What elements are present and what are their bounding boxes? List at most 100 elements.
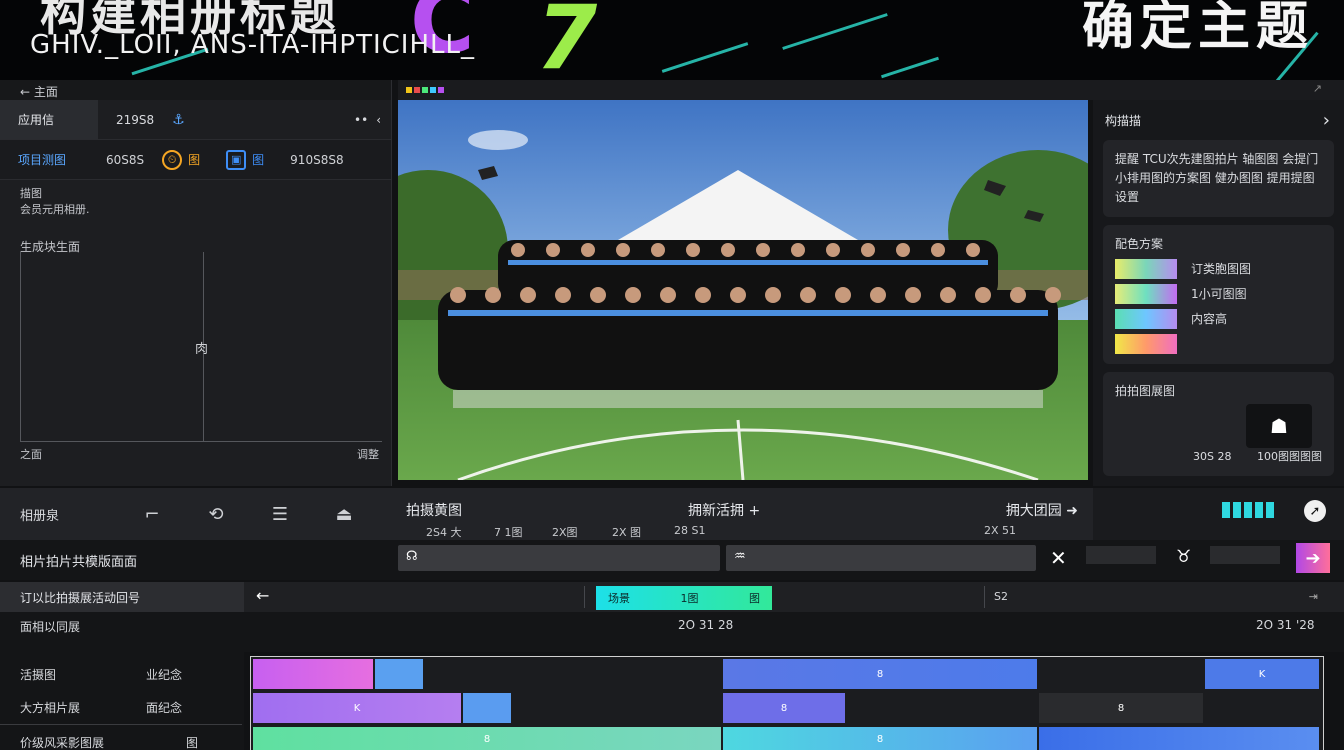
clip-label: 场景	[608, 592, 630, 605]
orange-button[interactable]: 图	[188, 151, 200, 168]
time-code: 2O 31 '28	[1256, 618, 1315, 632]
tab-app-info[interactable]: 应用信	[0, 100, 98, 139]
more-icon[interactable]: ••	[354, 113, 376, 127]
divider	[984, 586, 985, 608]
swatch-3[interactable]	[1115, 309, 1177, 329]
decor-letter: 7	[536, 0, 598, 80]
project-row: 项目测图 60S8S ⏲ 图 ▣ 图 910S8S8	[0, 140, 391, 180]
tab-project[interactable]: 项目测图	[0, 151, 98, 168]
crop-icon[interactable]: ⌐	[120, 504, 184, 525]
divider	[584, 586, 585, 608]
tool-right: ➚	[1093, 488, 1344, 540]
panel-header: 构描描 ›	[1093, 100, 1344, 140]
clip[interactable]: 8	[723, 693, 845, 723]
toolbar-label: 相册泉	[20, 508, 60, 524]
palette-swatch-row[interactable]: 订类胞图图	[1115, 259, 1322, 279]
desc-body: 会员元用相册.	[20, 203, 90, 216]
graduation-photo	[398, 100, 1088, 480]
tray-icon[interactable]: ⏏	[312, 504, 376, 525]
info-value: 219S8	[116, 112, 155, 127]
description: 描图 会员元用相册.	[0, 180, 391, 224]
selected-clip[interactable]: 场景 1图 图	[596, 586, 772, 610]
filter-icon: ♒	[734, 549, 746, 564]
clip[interactable]	[253, 659, 373, 689]
next-button[interactable]: 拥大团园 ➜	[1006, 500, 1078, 520]
compass-icon[interactable]: ➚	[1304, 500, 1326, 522]
export-title: 拍拍图展图	[1115, 384, 1176, 398]
add-scene-button[interactable]: 拥新活拥 +	[688, 500, 760, 520]
gender-icon[interactable]: ♉	[1176, 547, 1191, 567]
axis-label-left: 之面	[20, 448, 42, 461]
rotate-icon[interactable]: ⟲	[184, 504, 248, 525]
headset-icon: ☊	[406, 549, 418, 564]
palette-swatch-row[interactable]: 1小可图图	[1115, 284, 1322, 304]
clip[interactable]: 8	[723, 659, 1037, 689]
clip[interactable]: K	[253, 693, 461, 723]
end-icon[interactable]: ⇥	[1309, 590, 1318, 603]
track-name: 大方相片展	[20, 701, 81, 715]
clip[interactable]: 8	[1039, 693, 1203, 723]
panel-title: 构描描	[1105, 113, 1142, 128]
stage-toolbar: 拍摄黄图 拥新活拥 + 拥大团园 ➜ 2S4 大 7 1图 2X图 2X 图 2…	[398, 488, 1088, 540]
clip[interactable]	[463, 693, 511, 723]
grid-icon[interactable]	[1222, 502, 1274, 518]
swatch-label: 订类胞图图	[1191, 261, 1252, 276]
timeline-title: 订以比拍摄展活动回号	[0, 582, 244, 612]
arrow-left-icon[interactable]: ←	[256, 586, 269, 605]
title-banner: C 7 构建相册标题 GHIV._LOII, ANS-ITA-IHPTICIHL…	[0, 0, 1344, 80]
clip[interactable]: 8	[723, 727, 1037, 750]
layout-canvas[interactable]: 肉	[20, 252, 382, 442]
swatch-label: 内容高	[1191, 311, 1228, 326]
user-icon[interactable]: ☗	[1246, 404, 1312, 448]
filter-input[interactable]: ♒	[726, 545, 1036, 571]
shoot-button[interactable]: 拍摄黄图	[406, 500, 462, 520]
export-quality: 100图图图图	[1257, 450, 1322, 463]
time-code: 2O 31 28	[678, 618, 734, 632]
palette-title: 配色方案	[1115, 237, 1164, 251]
layers-icon[interactable]: ☰	[248, 504, 312, 525]
stat-value: 7 1图	[494, 526, 523, 539]
template-input[interactable]: ☊	[398, 545, 720, 571]
blue-button[interactable]: 图	[252, 151, 264, 168]
go-button[interactable]: ➔	[1296, 543, 1330, 573]
track-name: 活摄图	[20, 668, 57, 682]
palette-swatch-row[interactable]: 内容高	[1115, 309, 1322, 329]
export-size: 30S 28	[1193, 450, 1232, 463]
swatch-1[interactable]	[1115, 259, 1177, 279]
clip-label: 1图	[680, 592, 699, 605]
clip[interactable]	[375, 659, 423, 689]
chevron-right-icon[interactable]: ›	[1323, 110, 1330, 131]
stat-value: 2S4 大	[426, 526, 462, 539]
desc-title: 描图	[20, 187, 42, 200]
option-field[interactable]	[1086, 546, 1156, 564]
chevron-left-icon[interactable]: ‹	[376, 113, 391, 127]
stat-value: 28 S1	[674, 524, 706, 537]
photo-preview[interactable]	[398, 100, 1088, 480]
stat-value: 2X 图	[612, 526, 642, 539]
anchor-icon[interactable]: ⚓	[172, 112, 185, 128]
banner-title-right: 确定主题	[1081, 0, 1314, 57]
swatch-label: 1小可图图	[1191, 286, 1247, 301]
track-name: 价级风采影图展	[20, 736, 105, 750]
palette-swatch-row[interactable]	[1115, 334, 1322, 354]
clock-icon[interactable]: ⏲	[162, 149, 183, 170]
track-tag: 面纪念	[146, 701, 183, 715]
timeline-tracks[interactable]: 8 K K 8 8 8 8	[250, 656, 1324, 750]
template-row: 相片拍片共模版面面 ☊ ♒ ✕ ♉ ➔	[0, 540, 1344, 580]
option-field[interactable]	[1210, 546, 1280, 564]
timeline-marker: S2	[994, 590, 1008, 603]
expand-icon[interactable]: ↗	[1313, 82, 1322, 95]
track-tag: 业纪念	[146, 668, 183, 682]
swatch-4[interactable]	[1115, 334, 1177, 354]
clip[interactable]: 8	[253, 727, 721, 750]
image-icon[interactable]: ▣	[226, 149, 247, 170]
close-icon[interactable]: ✕	[1050, 546, 1067, 570]
back-link[interactable]: ← 主面	[0, 80, 391, 100]
stat-value: 2X 51	[984, 524, 1017, 537]
clip[interactable]	[1039, 727, 1319, 750]
clip[interactable]: K	[1205, 659, 1319, 689]
swatch-2[interactable]	[1115, 284, 1177, 304]
decor-streak	[782, 13, 888, 50]
right-panel: 构描描 › 提醒 TCU次先建图拍片 轴图图 会提门小排用图的方案图 健办图图 …	[1093, 100, 1344, 486]
decor-streak	[881, 56, 939, 79]
